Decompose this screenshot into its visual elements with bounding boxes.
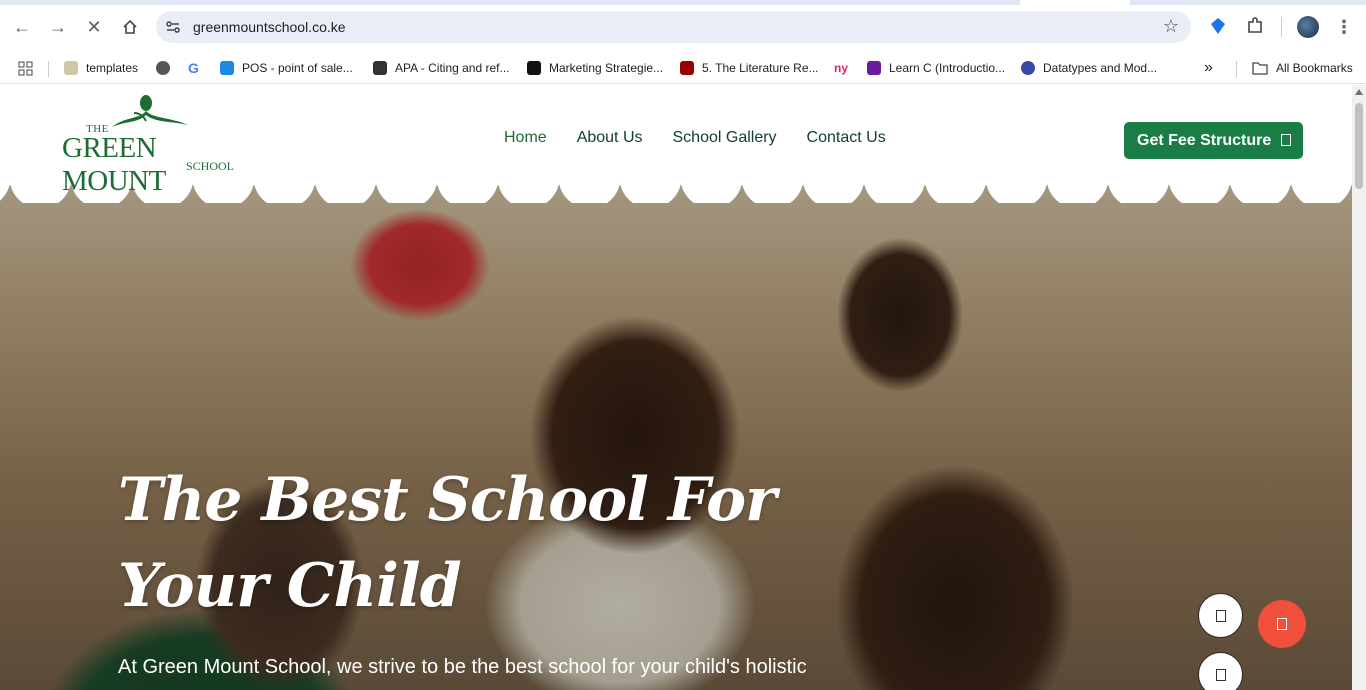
get-fee-structure-label: Get Fee Structure bbox=[1137, 131, 1272, 149]
hero-title: The Best School For Your Child bbox=[118, 465, 777, 621]
pos-icon bbox=[220, 61, 234, 75]
nav-about-us[interactable]: About Us bbox=[577, 129, 643, 147]
stop-loading-icon[interactable]: ✕ bbox=[81, 14, 107, 40]
url-text[interactable]: greenmountschool.co.ke bbox=[193, 19, 346, 35]
st-icon bbox=[1021, 61, 1035, 75]
back-arrow-icon[interactable]: ← bbox=[9, 14, 35, 40]
floating-whatsapp-button[interactable] bbox=[1198, 652, 1243, 690]
bookmark-learn-c[interactable]: Learn C (Introductio... bbox=[867, 57, 1005, 79]
bookmark-datatypes[interactable]: Datatypes and Mod... bbox=[1021, 57, 1157, 79]
logo-school-text: SCHOOL bbox=[186, 159, 235, 173]
hero-subtitle: At Green Mount School, we strive to be t… bbox=[118, 656, 807, 678]
scrollbar-thumb[interactable] bbox=[1355, 103, 1363, 189]
profile-avatar[interactable] bbox=[1297, 16, 1319, 38]
apa-icon bbox=[373, 61, 387, 75]
bulb-icon bbox=[527, 61, 541, 75]
bookmark-pos[interactable]: POS - point of sale... bbox=[220, 57, 353, 79]
bookmark-star-icon[interactable]: ☆ bbox=[1163, 16, 1179, 37]
bookmark-google[interactable]: G bbox=[188, 57, 199, 79]
more-bookmarks-chevron-icon[interactable]: » bbox=[1204, 57, 1213, 79]
arrow-icon bbox=[1281, 134, 1291, 146]
main-nav: Home About Us School Gallery Contact Us bbox=[504, 129, 886, 147]
toolbar-divider bbox=[1281, 17, 1282, 37]
home-icon[interactable] bbox=[117, 14, 143, 40]
page-scrollbar[interactable] bbox=[1352, 85, 1366, 690]
chat-icon bbox=[1277, 618, 1287, 630]
folder-doc-icon bbox=[64, 61, 78, 75]
nav-school-gallery[interactable]: School Gallery bbox=[673, 129, 777, 147]
site-info-icon[interactable] bbox=[164, 18, 182, 36]
floating-chat-button[interactable] bbox=[1258, 600, 1306, 648]
nav-home[interactable]: Home bbox=[504, 129, 547, 147]
floating-phone-button[interactable] bbox=[1198, 593, 1243, 638]
apps-grid-icon[interactable] bbox=[18, 61, 33, 76]
bookmark-templates[interactable]: templates bbox=[64, 57, 138, 79]
globe-icon bbox=[156, 61, 170, 75]
bookmarks-bar: templates G POS - point of sale... APA -… bbox=[0, 52, 1366, 84]
all-bookmarks[interactable]: All Bookmarks bbox=[1252, 57, 1353, 79]
logo-leaf-icon bbox=[112, 95, 188, 127]
nav-contact-us[interactable]: Contact Us bbox=[807, 129, 886, 147]
get-fee-structure-button[interactable]: Get Fee Structure bbox=[1124, 122, 1303, 159]
p-icon bbox=[867, 61, 881, 75]
whatsapp-icon bbox=[1215, 668, 1226, 681]
forward-arrow-icon[interactable]: → bbox=[45, 14, 71, 40]
browser-toolbar: ← → ✕ greenmountschool.co.ke ☆ ⋮ bbox=[0, 0, 1366, 52]
folder-icon bbox=[1252, 62, 1268, 75]
tab-strip bbox=[0, 0, 1366, 5]
usc-icon bbox=[680, 61, 694, 75]
bookmark-globe[interactable] bbox=[156, 57, 178, 79]
phone-icon bbox=[1215, 609, 1226, 622]
bookmark-ny[interactable]: ny bbox=[834, 57, 848, 79]
bookmark-marketing[interactable]: Marketing Strategie... bbox=[527, 57, 663, 79]
ny-icon: ny bbox=[834, 61, 849, 75]
google-icon: G bbox=[188, 60, 199, 76]
address-bar[interactable]: greenmountschool.co.ke ☆ bbox=[156, 11, 1191, 43]
bookmark-literature[interactable]: 5. The Literature Re... bbox=[680, 57, 819, 79]
website-page: THE GREEN MOUNT SCHOOL Home About Us Sch… bbox=[0, 85, 1352, 690]
scroll-up-arrow-icon[interactable] bbox=[1355, 89, 1363, 95]
extension-shield-icon[interactable] bbox=[1208, 16, 1228, 36]
menu-kebab-icon[interactable]: ⋮ bbox=[1331, 14, 1357, 40]
extensions-puzzle-icon[interactable] bbox=[1245, 16, 1265, 36]
school-logo[interactable]: THE GREEN MOUNT SCHOOL bbox=[60, 95, 235, 197]
bookmark-apa[interactable]: APA - Citing and ref... bbox=[373, 57, 510, 79]
